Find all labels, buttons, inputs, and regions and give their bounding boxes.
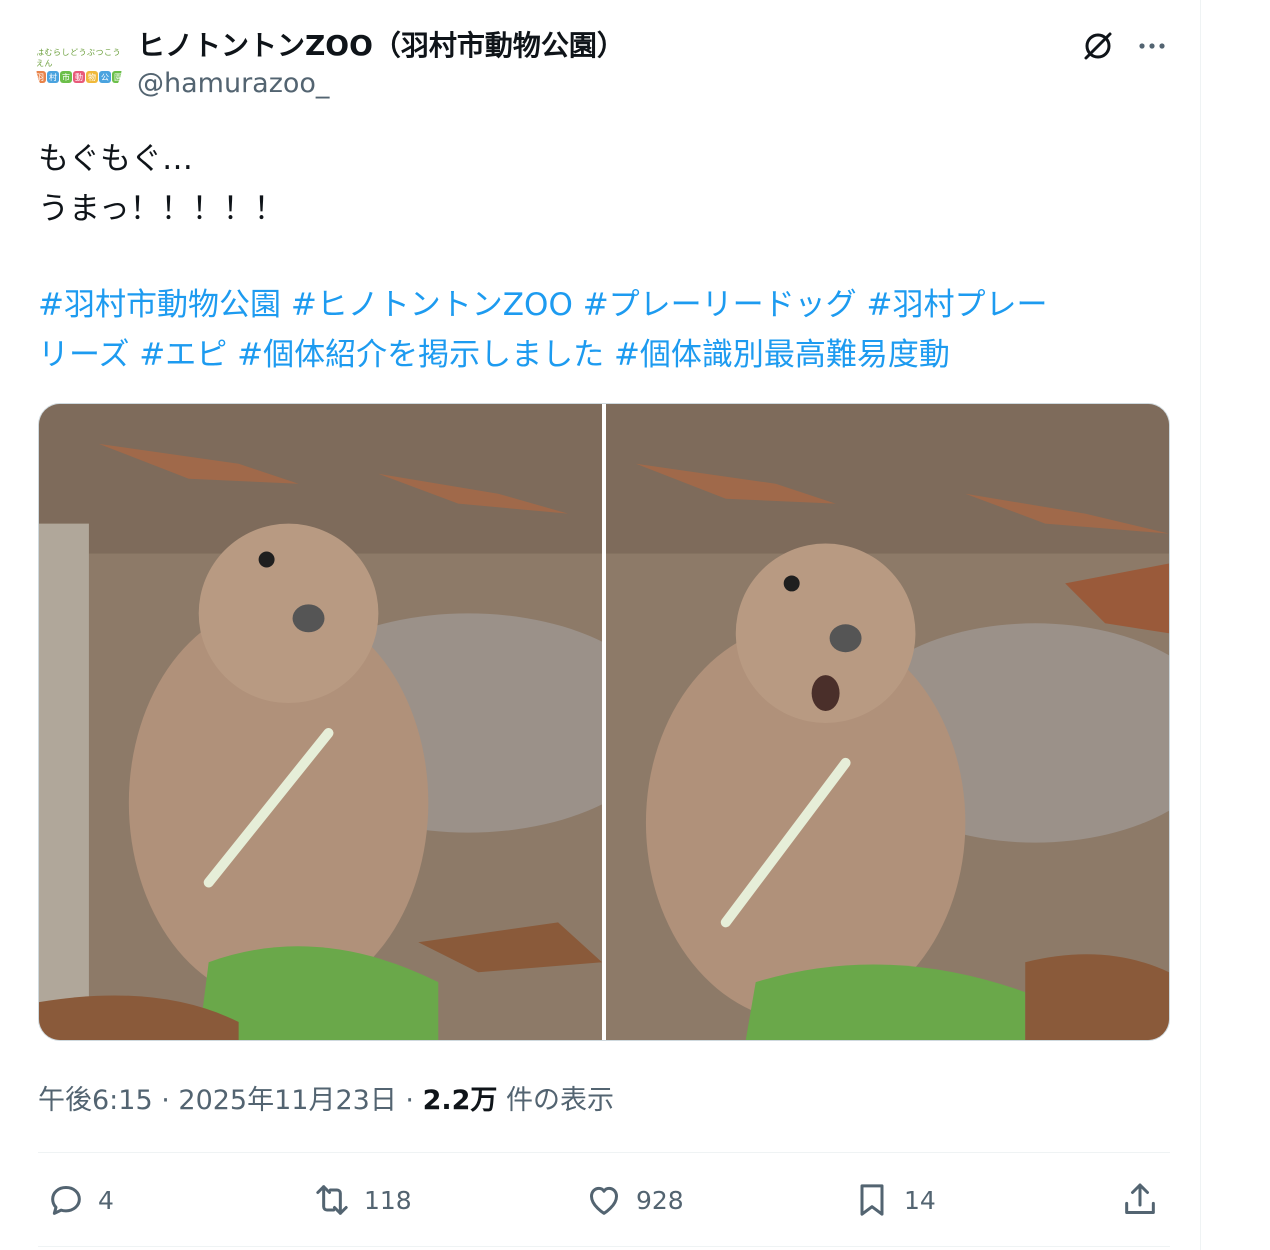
reply-icon	[51, 1186, 81, 1215]
author-handle[interactable]: @hamurazoo_	[137, 68, 329, 99]
hashtags: #羽村市動物公園 #ヒノトントンZOO #プレーリードッグ #羽村プレー リーズ…	[38, 280, 1168, 380]
tweet-date[interactable]: 2025年11月23日	[178, 1085, 396, 1116]
reply-count: 4	[98, 1185, 114, 1215]
tweet-time[interactable]: 午後6:15	[38, 1085, 153, 1116]
like-button[interactable]: 928	[584, 1176, 684, 1224]
avatar-logo-char: 動	[73, 71, 85, 83]
tweet-line: うまっ！！！！！	[38, 191, 285, 227]
avatar-logo-char: 物	[86, 71, 98, 83]
like-icon	[590, 1186, 618, 1215]
share-button[interactable]	[1120, 1176, 1160, 1224]
avatar-logo-main: 羽 村 市 動 物 公 園	[36, 71, 122, 83]
reply-button[interactable]: 4	[46, 1176, 114, 1224]
retweet-count: 118	[364, 1185, 412, 1215]
tweet-photo[interactable]	[39, 404, 602, 1040]
tweet-text: もぐもぐ… うまっ！！！！！ #羽村市動物公園 #ヒノトントンZOO #プレーリ…	[38, 134, 1168, 380]
bookmark-button[interactable]: 14	[852, 1176, 936, 1224]
meta-separator: ·	[152, 1085, 179, 1116]
retweet-button[interactable]: 118	[312, 1176, 412, 1224]
share-icon	[1125, 1183, 1155, 1214]
divider	[38, 1246, 1170, 1247]
tweet-photo[interactable]	[606, 404, 1169, 1040]
avatar-logo-char: 羽	[36, 71, 46, 83]
avatar-logo-char: 園	[112, 71, 122, 83]
views-label[interactable]: 件の表示	[497, 1085, 614, 1116]
author-display-name[interactable]: ヒノトントンZOO（羽村市動物公園）	[137, 24, 625, 64]
hashtag-line[interactable]: リーズ #エピ #個体紹介を掲示しました #個体識別最高難易度動	[38, 330, 1168, 380]
hashtag-line[interactable]: #羽村市動物公園 #ヒノトントンZOO #プレーリードッグ #羽村プレー	[38, 280, 1168, 330]
meta-separator: ·	[396, 1085, 423, 1116]
avatar-logo-char: 村	[47, 71, 59, 83]
avatar[interactable]: はむらしどうぶつこうえん 羽 村 市 動 物 公 園	[36, 22, 122, 108]
views-count[interactable]: 2.2万	[423, 1085, 498, 1116]
tweet-meta: 午後6:15 · 2025年11月23日 · 2.2万 件の表示	[38, 1078, 614, 1117]
retweet-icon	[316, 1185, 348, 1215]
avatar-logo-char: 市	[60, 71, 72, 83]
bookmark-count: 14	[904, 1185, 936, 1215]
column-border	[1200, 0, 1201, 1250]
bookmark-icon	[860, 1184, 884, 1216]
media-grid	[38, 403, 1170, 1041]
like-count: 928	[636, 1185, 684, 1215]
grok-icon[interactable]	[1080, 28, 1116, 64]
avatar-logo-top-text: はむらしどうぶつこうえん	[36, 48, 121, 68]
avatar-logo-char: 公	[99, 71, 111, 83]
divider	[38, 1152, 1170, 1153]
more-icon[interactable]	[1134, 28, 1170, 64]
tweet-line: もぐもぐ…	[38, 141, 193, 177]
